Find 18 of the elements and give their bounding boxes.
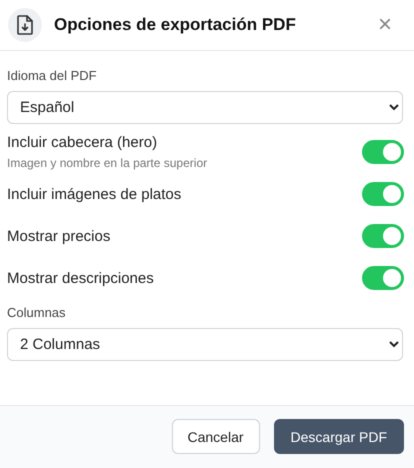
- columns-select[interactable]: 2 Columnas: [7, 328, 403, 361]
- option-hint: Imagen y nombre en la parte superior: [7, 156, 208, 170]
- dialog-title: Opciones de exportación PDF: [54, 15, 297, 35]
- close-button[interactable]: ×: [374, 13, 396, 37]
- document-download-icon: [8, 8, 42, 42]
- toggle-switch[interactable]: [362, 140, 404, 164]
- toggle-switch[interactable]: [362, 266, 404, 290]
- option-label: Incluir cabecera (hero): [7, 134, 158, 151]
- option-label: Incluir imágenes de platos: [7, 186, 182, 202]
- language-select[interactable]: Español: [7, 91, 403, 124]
- cancel-button[interactable]: Cancelar: [172, 419, 260, 454]
- option-label: Mostrar descripciones: [7, 270, 155, 286]
- option-label: Mostrar precios: [7, 228, 112, 244]
- toggle-switch[interactable]: [362, 224, 404, 248]
- toggle-switch[interactable]: [362, 182, 404, 206]
- field-label: Idioma del PDF: [7, 68, 98, 83]
- field-label: Columnas: [7, 305, 67, 320]
- download-button[interactable]: Descargar PDF: [274, 419, 404, 454]
